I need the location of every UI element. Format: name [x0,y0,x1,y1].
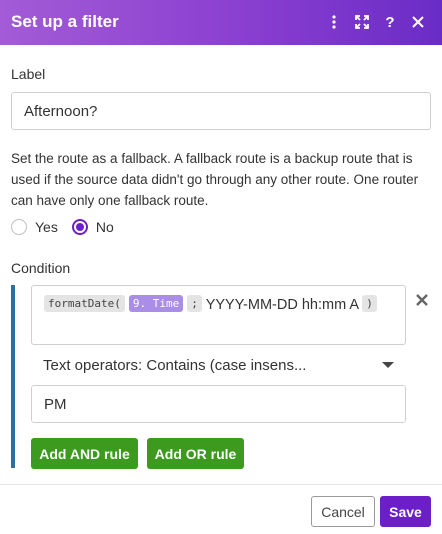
condition-label: Condition [11,260,71,276]
radio-no-label: No [95,219,114,235]
fallback-radio-group: Yes No [11,219,128,235]
close-paren-token[interactable]: ) [362,295,377,312]
fallback-yes-radio[interactable]: Yes [11,219,58,235]
dialog-title: Set up a filter [11,12,119,31]
cancel-button[interactable]: Cancel [311,496,375,527]
condition-value: PM [44,395,67,413]
save-button[interactable]: Save [380,496,431,527]
header-actions: ? [320,10,432,34]
radio-yes-circle[interactable] [11,219,27,235]
fallback-description: Set the route as a fallback. A fallback … [11,151,419,208]
add-and-rule-button[interactable]: Add AND rule [31,438,138,469]
format-text: YYYY-MM-DD hh:mm A [205,297,359,313]
help-glyph: ? [385,13,395,31]
expand-icon[interactable] [348,10,376,34]
chevron-down-icon [382,362,394,368]
kebab-menu-icon[interactable] [320,10,348,34]
radio-no-circle[interactable] [71,219,88,235]
function-token[interactable]: formatDate( [44,295,125,312]
dialog-header: Set up a filter ? [0,0,442,45]
operator-select-value: Text operators: Contains (case insens... [43,356,307,374]
footer-divider [0,484,442,485]
help-icon[interactable]: ? [376,10,404,34]
label-field-label: Label [11,66,46,82]
operator-select[interactable]: Text operators: Contains (case insens... [31,348,406,382]
add-or-rule-button[interactable]: Add OR rule [147,438,244,469]
condition-value-input[interactable]: PM [31,385,406,423]
label-input[interactable]: Afternoon? [11,92,431,130]
separator-token[interactable]: ; [187,295,202,312]
condition-group-bar [11,285,15,468]
remove-condition-icon[interactable] [415,293,431,309]
close-icon[interactable] [404,10,432,34]
fallback-no-radio[interactable]: No [71,219,114,235]
variable-token[interactable]: 9. Time [128,295,184,312]
condition-expression-input[interactable]: formatDate( 9. Time ; YYYY-MM-DD hh:mm A… [31,285,406,345]
radio-yes-label: Yes [35,219,58,235]
label-input-value: Afternoon? [24,102,98,120]
